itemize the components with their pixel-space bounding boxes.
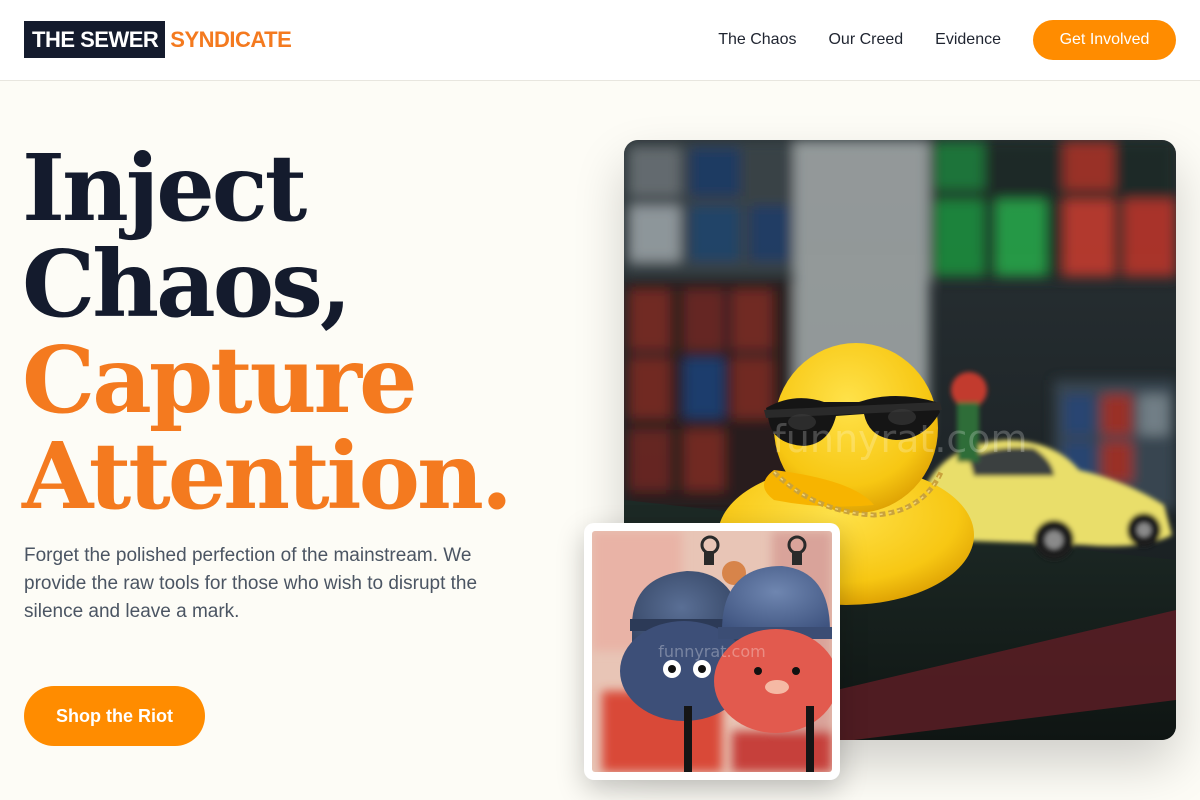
hero-description: Forget the polished perfection of the ma…	[24, 545, 478, 622]
headline-line-3: Capture	[22, 326, 418, 434]
logo-dark-text: THE SEWER	[24, 21, 166, 58]
hero-secondary-photo: funnyrat.com	[592, 531, 832, 772]
headline-line-2: Chaos,	[22, 230, 352, 338]
headline-line-4: Attention.	[22, 422, 513, 530]
nav-link-the-chaos[interactable]: The Chaos	[718, 31, 796, 49]
site-header: THE SEWER SYNDICATE The Chaos Our Creed …	[0, 0, 1200, 81]
nav-link-evidence[interactable]: Evidence	[935, 31, 1001, 49]
plush-photo-illustration: funnyrat.com	[592, 531, 832, 772]
hero-headline: Inject Chaos, Capture Attention.	[22, 140, 582, 524]
main-nav: The Chaos Our Creed Evidence Get Involve…	[718, 20, 1176, 60]
get-involved-button[interactable]: Get Involved	[1033, 20, 1176, 60]
main-photo-watermark: funnyrat.com	[772, 417, 1027, 461]
logo-accent-text: SYNDICATE	[170, 26, 292, 52]
brand-logo[interactable]: THE SEWER SYNDICATE	[24, 21, 292, 58]
nav-link-our-creed[interactable]: Our Creed	[828, 31, 903, 49]
secondary-photo-watermark: funnyrat.com	[658, 642, 765, 661]
hero-secondary-photo-card: funnyrat.com	[584, 523, 840, 780]
headline-line-1: Inject	[22, 134, 307, 242]
shop-the-riot-button[interactable]: Shop the Riot	[24, 686, 205, 746]
